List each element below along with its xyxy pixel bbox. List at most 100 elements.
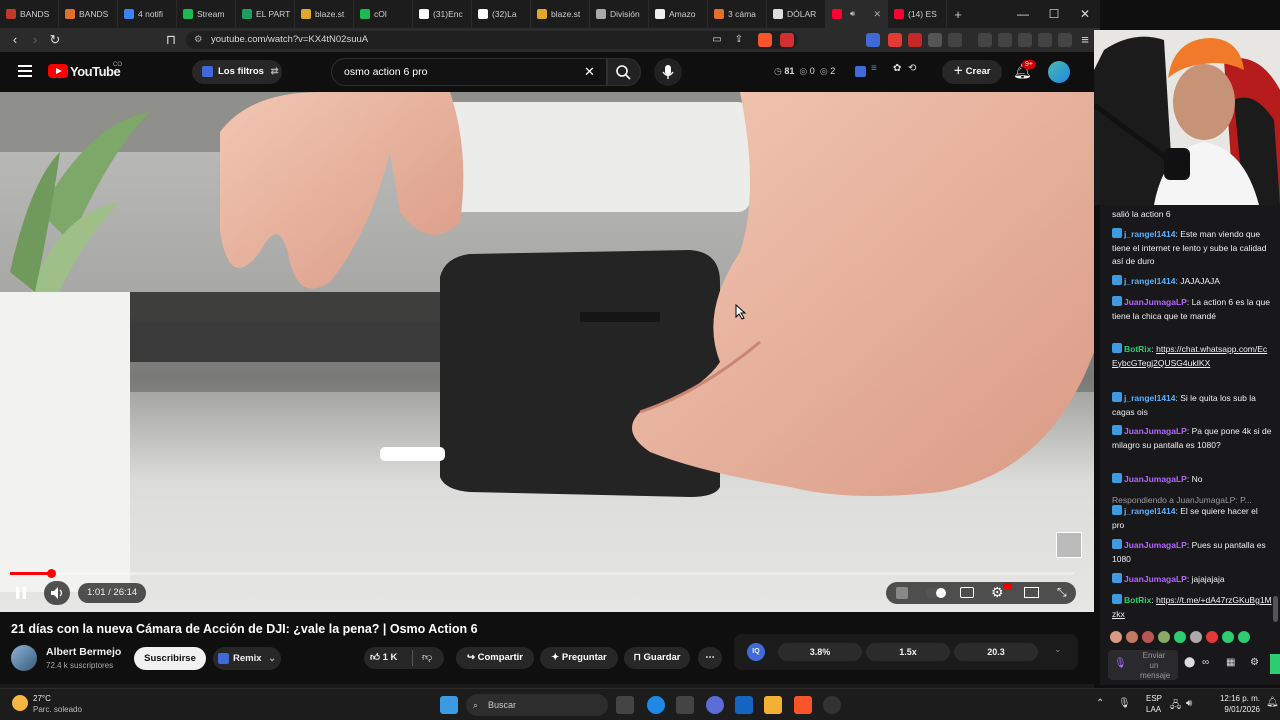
share-icon[interactable]: ⇪: [730, 32, 748, 48]
chat-username[interactable]: j_rangel1414: [1124, 276, 1176, 286]
browser-tab[interactable]: 4 notifi: [118, 0, 177, 28]
subtitles-icon[interactable]: [960, 587, 974, 598]
tab-audio-icon[interactable]: 🔊︎: [850, 9, 855, 19]
voice-search-button[interactable]: [654, 58, 682, 86]
stats-expand-icon[interactable]: ⌄: [1054, 644, 1062, 655]
browser-tab[interactable]: (14) ES: [888, 0, 947, 28]
browser-tab[interactable]: División: [590, 0, 649, 28]
emote-icon[interactable]: [1110, 631, 1122, 643]
chat-infinity-icon[interactable]: ∞: [1202, 657, 1209, 668]
url-field[interactable]: ⚙ youtube.com/watch?v=KX4tN02suuA: [186, 31, 798, 49]
chat-username[interactable]: j_rangel1414: [1124, 506, 1176, 516]
youtube-logo-icon[interactable]: [48, 64, 68, 78]
progress-bar[interactable]: [10, 572, 1074, 575]
settings-icon[interactable]: ⚙: [991, 584, 1004, 601]
emote-icon[interactable]: [1238, 631, 1250, 643]
emote-icon[interactable]: [1222, 631, 1234, 643]
explorer-icon[interactable]: [764, 696, 782, 714]
video-player[interactable]: [0, 92, 1094, 612]
new-tab-button[interactable]: +: [947, 7, 969, 22]
emote-icon[interactable]: [1158, 631, 1170, 643]
tab-close-icon[interactable]: ✕: [873, 9, 881, 20]
weather-icon[interactable]: [12, 695, 28, 711]
fullscreen-icon[interactable]: ⤡: [1057, 585, 1067, 600]
rewards-icon[interactable]: [780, 33, 794, 47]
dislike-button[interactable]: 👎︎: [422, 648, 432, 668]
pause-button[interactable]: [10, 582, 32, 604]
emote-icon[interactable]: [1206, 631, 1218, 643]
vpn-icon[interactable]: [1058, 33, 1072, 47]
tray-icon-mic[interactable]: 🎙︎: [1118, 698, 1131, 709]
chat-username[interactable]: JuanJumagaLP: [1124, 574, 1187, 584]
create-button[interactable]: ＋ Crear: [942, 60, 1002, 84]
iq-ext-icon[interactable]: [855, 66, 866, 77]
forward-icon[interactable]: ›: [26, 32, 44, 48]
mic-chat-icon[interactable]: 🎙︎: [1114, 658, 1127, 669]
notification-center-icon[interactable]: 🔔︎: [1266, 697, 1279, 708]
search-input[interactable]: osmo action 6 pro ✕: [331, 58, 607, 86]
brave-shield-icon[interactable]: [758, 33, 772, 47]
browser-tab[interactable]: Stream: [177, 0, 236, 28]
media-icon[interactable]: [978, 33, 992, 47]
close-window-icon[interactable]: ✕: [1070, 0, 1100, 28]
widgets-icon[interactable]: [676, 696, 694, 714]
start-icon[interactable]: [440, 696, 458, 714]
volume-button[interactable]: [44, 581, 70, 605]
chat-username[interactable]: JuanJumagaLP: [1124, 540, 1187, 550]
lang-code[interactable]: ESP: [1146, 694, 1162, 703]
browser-tab[interactable]: EL PART: [236, 0, 295, 28]
list-ext-icon[interactable]: ≡: [871, 63, 877, 74]
iq-stats-icon[interactable]: IQ: [747, 643, 765, 661]
search-button[interactable]: [607, 58, 641, 86]
browser-tab[interactable]: blaze.st: [531, 0, 590, 28]
browser-tab[interactable]: BANDS: [59, 0, 118, 28]
store-icon[interactable]: [735, 696, 753, 714]
chat-username[interactable]: BotRix: [1124, 595, 1151, 605]
tab-search-icon[interactable]: [948, 33, 962, 47]
browser-tab[interactable]: blaze.st: [295, 0, 354, 28]
browser-tab[interactable]: DÓLAR: [767, 0, 826, 28]
channel-name[interactable]: Albert Bermejo: [46, 646, 121, 658]
ext-icon-a[interactable]: ✿: [893, 63, 901, 74]
theater-icon[interactable]: [1024, 587, 1039, 598]
account-avatar[interactable]: [1048, 61, 1070, 83]
subscribe-button[interactable]: Suscribirse: [134, 647, 206, 670]
obs-icon[interactable]: [823, 696, 841, 714]
emote-icon[interactable]: [1190, 631, 1202, 643]
autoplay-toggle[interactable]: [926, 588, 946, 598]
more-actions-button[interactable]: ⋯: [698, 647, 722, 669]
ask-button[interactable]: ✦ Preguntar: [540, 647, 618, 669]
back-icon[interactable]: ‹: [6, 32, 24, 48]
site-info-icon[interactable]: ⚙: [194, 31, 203, 49]
browser-tab[interactable]: cOl: [354, 0, 413, 28]
chat-input[interactable]: 🎙︎ Enviar un mensaje: [1108, 650, 1178, 680]
leo-icon[interactable]: [1038, 33, 1052, 47]
browser-tab[interactable]: (31)Enc: [413, 0, 472, 28]
ext-icon-red[interactable]: [888, 33, 902, 47]
like-button[interactable]: 👍︎ 1 K: [370, 648, 397, 668]
chat-emote-picker-icon[interactable]: ⬤: [1184, 657, 1195, 668]
maximize-icon[interactable]: ☐: [1039, 0, 1069, 28]
channel-watermark[interactable]: [1056, 532, 1082, 558]
minimize-icon[interactable]: —: [1008, 0, 1038, 28]
save-button[interactable]: ⊓ Guardar: [624, 647, 690, 669]
emote-icon[interactable]: [1126, 631, 1138, 643]
network-icon[interactable]: 🖧︎: [1170, 698, 1181, 715]
chat-settings-icon[interactable]: ⚙: [1250, 657, 1259, 668]
translate-ext-icon[interactable]: [866, 33, 880, 47]
brave-taskbar-icon[interactable]: [794, 696, 812, 714]
chat-username[interactable]: j_rangel1414: [1124, 229, 1176, 239]
chat-scrollbar[interactable]: [1273, 596, 1278, 622]
tray-chevron-icon[interactable]: ⌃: [1096, 698, 1104, 709]
chat-username[interactable]: JuanJumagaLP: [1124, 426, 1187, 436]
chat-send-button[interactable]: [1270, 654, 1280, 674]
chat-store-icon[interactable]: ▦: [1226, 657, 1235, 668]
bookmark-icon[interactable]: ⊓: [162, 32, 180, 48]
sidebar-icon[interactable]: [998, 33, 1012, 47]
browser-tab[interactable]: BANDS: [0, 0, 59, 28]
emote-icon[interactable]: [1174, 631, 1186, 643]
menu-icon[interactable]: [18, 65, 32, 77]
copilot-icon[interactable]: [706, 696, 724, 714]
clear-search-icon[interactable]: ✕: [584, 59, 595, 85]
chat-username[interactable]: j_rangel1414: [1124, 393, 1176, 403]
